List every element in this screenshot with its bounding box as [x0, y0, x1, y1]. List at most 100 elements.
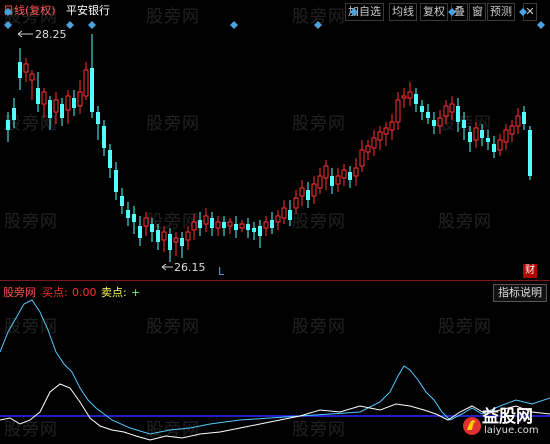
- candle-body: [486, 138, 490, 142]
- signal-diamond: [314, 21, 322, 29]
- candle-body: [120, 196, 124, 206]
- candle-body: [6, 120, 10, 130]
- candle-body: [53, 99, 59, 113]
- signal-markers: [4, 8, 545, 29]
- candle-body: [12, 108, 16, 120]
- candle-body: [275, 215, 281, 223]
- candle-body: [456, 106, 460, 122]
- candle-body: [371, 137, 377, 149]
- candlestick-series: [6, 34, 532, 262]
- candle-body: [18, 62, 22, 78]
- candle-body: [198, 220, 202, 228]
- candle-body: [468, 132, 472, 142]
- candle-body: [522, 112, 526, 124]
- signal-diamond: [350, 8, 358, 16]
- candle-body: [449, 103, 455, 113]
- buy-point-value: 0.00: [72, 286, 97, 299]
- brand-url: laiyue.com: [484, 425, 539, 436]
- candle-body: [420, 106, 424, 112]
- signal-diamond: [88, 21, 96, 29]
- candle-body: [426, 112, 430, 118]
- candle-body: [41, 91, 47, 105]
- candle-body: [191, 221, 197, 231]
- signal-diamond: [519, 8, 527, 16]
- candle-body: [72, 98, 76, 108]
- candle-body: [389, 121, 395, 131]
- candle-body: [150, 224, 154, 232]
- candle-body: [138, 226, 142, 238]
- candle-body: [443, 105, 449, 117]
- candle-body: [227, 221, 233, 227]
- candle-body: [395, 99, 401, 123]
- candle-body: [311, 183, 317, 197]
- sell-point-value: +: [131, 286, 141, 299]
- candle-body: [306, 190, 310, 200]
- signal-diamond: [230, 21, 238, 29]
- low-signal-marker: L: [218, 265, 225, 278]
- candle-body: [234, 224, 238, 230]
- candle-body: [480, 130, 484, 138]
- candle-body: [473, 127, 479, 141]
- candle-body: [263, 221, 269, 229]
- candle-body: [503, 129, 509, 143]
- candle-body: [48, 100, 52, 118]
- candle-body: [180, 238, 184, 246]
- candle-body: [102, 126, 106, 148]
- candle-body: [23, 63, 29, 73]
- brand-logo: 益股网 laiyue.com: [460, 400, 544, 440]
- candle-body: [335, 175, 341, 185]
- candle-body: [246, 224, 250, 230]
- candle-body: [323, 165, 329, 179]
- candle-body: [515, 115, 521, 127]
- candle-body: [270, 220, 274, 228]
- buy-point-label: 买点:: [42, 286, 68, 299]
- finance-badge[interactable]: 财: [523, 264, 537, 278]
- candle-body: [185, 231, 191, 241]
- candle-body: [341, 169, 347, 179]
- candle-body: [299, 187, 305, 197]
- candle-body: [348, 172, 352, 180]
- candle-body: [401, 95, 407, 99]
- low-price-label: 26.15: [174, 261, 206, 274]
- candle-body: [317, 175, 323, 189]
- candle-body: [132, 214, 136, 222]
- brand-name: 益股网: [482, 407, 533, 427]
- candle-body: [497, 139, 503, 151]
- candle-body: [36, 88, 40, 104]
- candle-body: [432, 120, 436, 126]
- signal-diamond: [448, 8, 456, 16]
- candle-body: [215, 221, 221, 229]
- candle-body: [437, 117, 443, 127]
- candle-body: [414, 94, 418, 104]
- candle-body: [365, 145, 371, 153]
- candle-body: [90, 68, 94, 112]
- candle-body: [114, 170, 118, 192]
- candle-body: [252, 228, 256, 232]
- candle-body: [353, 167, 359, 177]
- candle-body: [528, 130, 532, 176]
- kline-chart[interactable]: 28.25 26.15 L: [0, 0, 550, 443]
- candle-body: [173, 237, 179, 243]
- candle-body: [281, 207, 287, 219]
- candle-body: [462, 120, 466, 128]
- candle-body: [156, 230, 160, 242]
- panel-separator: [0, 280, 550, 281]
- candle-body: [359, 149, 365, 167]
- candle-body: [143, 217, 149, 227]
- signal-diamond: [66, 21, 74, 29]
- candle-body: [407, 91, 413, 99]
- indicator-explain-button[interactable]: 指标说明: [493, 284, 547, 302]
- high-price-label: 28.25: [35, 28, 67, 41]
- candle-body: [126, 210, 130, 218]
- candle-body: [222, 222, 226, 228]
- candle-body: [96, 112, 100, 124]
- candle-body: [203, 215, 209, 225]
- candle-body: [108, 150, 112, 168]
- candle-body: [258, 226, 262, 236]
- candle-body: [492, 144, 496, 152]
- low-price-marker: 26.15: [161, 261, 206, 274]
- candle-body: [83, 69, 89, 97]
- candle-body: [77, 91, 83, 107]
- candle-body: [161, 231, 167, 241]
- indicator-name: 股旁网: [3, 286, 36, 299]
